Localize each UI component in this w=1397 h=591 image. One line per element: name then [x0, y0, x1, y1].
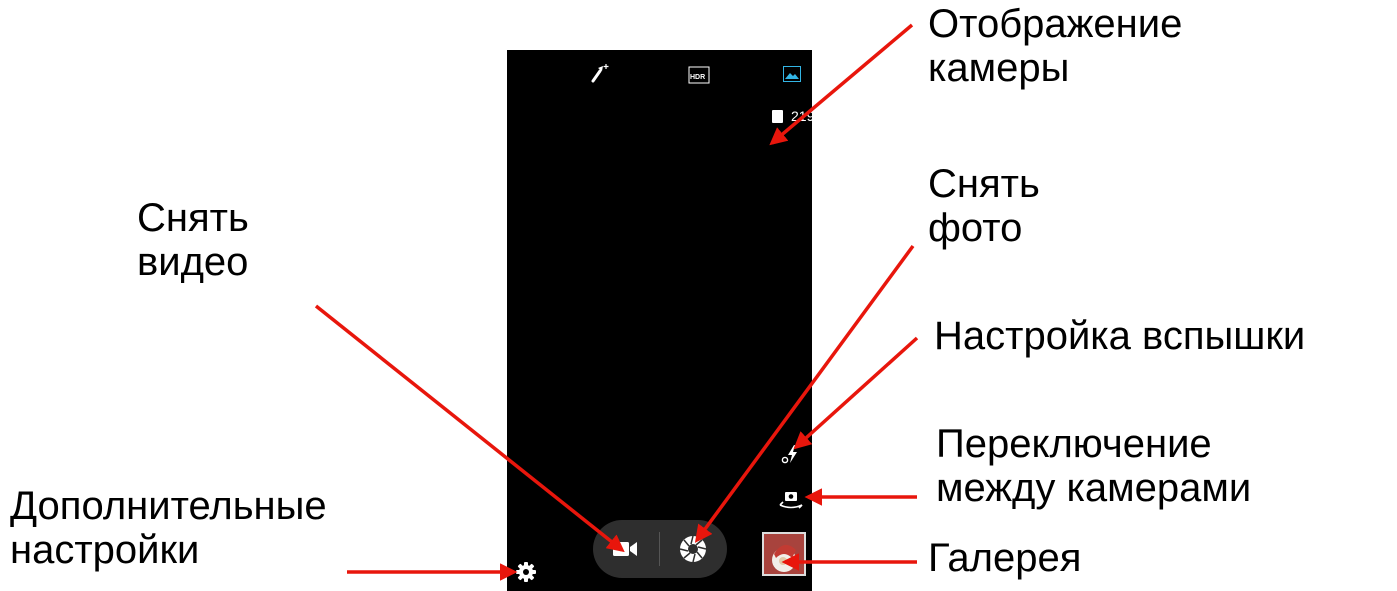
- shot-counter-value: 2191: [791, 108, 812, 124]
- label-take-video-line1: Снять: [137, 196, 249, 240]
- gallery-thumbnail[interactable]: [762, 532, 806, 576]
- label-take-photo: Снять фото: [928, 162, 1040, 250]
- label-switch-cameras: Переключение между камерами: [936, 422, 1251, 510]
- hdr-icon[interactable]: HDR: [688, 66, 710, 84]
- gallery-image: [764, 534, 804, 574]
- label-switch-cameras-line1: Переключение: [936, 422, 1212, 466]
- flash-auto-icon[interactable]: [781, 443, 803, 465]
- hdr-label: HDR: [690, 74, 706, 81]
- label-take-photo-line1: Снять: [928, 162, 1040, 206]
- arrow-flash: [793, 336, 919, 450]
- label-take-video: Снять видео: [137, 196, 249, 284]
- camera-screen[interactable]: HDR 2191: [507, 50, 812, 591]
- label-camera-display: Отображение камеры: [928, 2, 1182, 90]
- landscape-icon[interactable]: [783, 66, 801, 82]
- label-gallery-line1: Галерея: [928, 536, 1082, 580]
- label-more-settings-line2: настройки: [10, 528, 200, 572]
- video-camera-icon[interactable]: [611, 537, 641, 561]
- document-icon: [772, 110, 783, 123]
- label-camera-display-line1: Отображение: [928, 2, 1183, 46]
- label-camera-display-line2: камеры: [928, 46, 1070, 90]
- label-flash-settings: Настройка вспышки: [934, 314, 1305, 358]
- label-flash-settings-line1: Настройка вспышки: [934, 314, 1306, 358]
- label-take-photo-line2: фото: [928, 206, 1023, 250]
- switch-camera-icon[interactable]: [777, 490, 805, 512]
- capture-controls: [593, 520, 727, 578]
- label-take-video-line2: видео: [137, 240, 249, 284]
- label-gallery: Галерея: [928, 536, 1081, 580]
- label-more-settings-line1: Дополнительные: [10, 484, 327, 528]
- magic-wand-icon[interactable]: [589, 62, 611, 84]
- label-more-settings: Дополнительные настройки: [10, 484, 327, 572]
- shot-counter: 2191: [772, 107, 812, 125]
- gear-icon[interactable]: [515, 561, 537, 583]
- shutter-icon[interactable]: [678, 534, 708, 564]
- capture-divider: [659, 532, 660, 566]
- label-switch-cameras-line2: между камерами: [936, 466, 1252, 510]
